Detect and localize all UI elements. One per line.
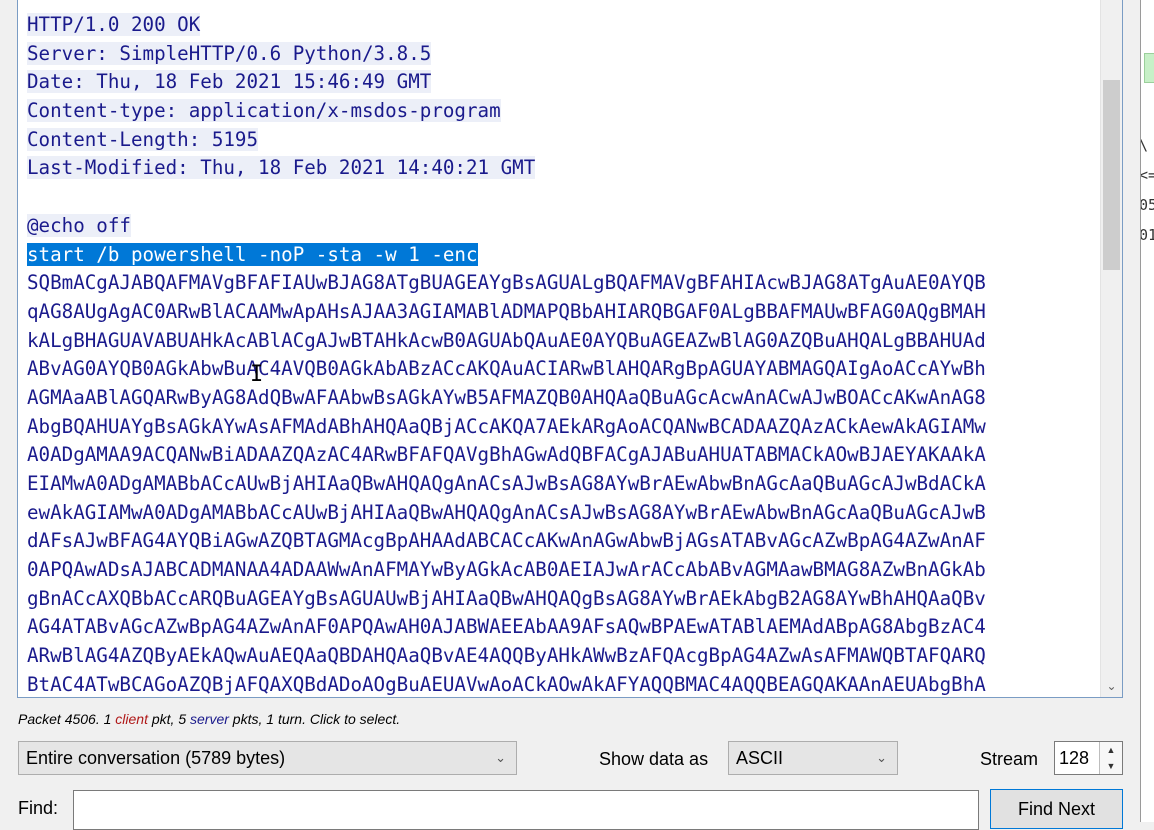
status-mid: pkt, 5: [147, 711, 191, 727]
vertical-scrollbar[interactable]: ⌄: [1100, 0, 1122, 697]
spin-buttons: ▲ ▼: [1099, 742, 1122, 774]
stream-line-text: gBnACcAXQBbACcARQBuAGEAYgBsAGUAUwBjAHIAa…: [27, 586, 986, 610]
stream-line[interactable]: Date: Thu, 18 Feb 2021 15:46:49 GMT: [27, 68, 1107, 97]
stream-line-text: BtAC4ATwBCAGoAZQBjAFQAXQBdADoAOgBuAEUAVw…: [27, 672, 986, 696]
status-prefix: Packet 4506. 1: [18, 711, 116, 727]
stream-line-text: AGMAaABlAGQARwByAG8AdQBwAFAAbwBsAGkAYwB5…: [27, 385, 986, 409]
spin-up-icon[interactable]: ▲: [1100, 742, 1122, 758]
background-window-text: \ <= 05 01: [1141, 130, 1154, 250]
stream-line-text: A0ADgAMAA9ACQANwBiADAAZQAzAC4ARwBFAFQAVg…: [27, 443, 986, 467]
stream-line-text: HTTP/1.0 200 OK: [27, 13, 201, 36]
conversation-select[interactable]: Entire conversation (5789 bytes) ⌄: [18, 741, 517, 775]
stream-line-text: ABvAG0AYQB0AGkAbwBuAC4AVQB0AGkAbABzACcAK…: [27, 357, 986, 381]
stream-text[interactable]: HTTP/1.0 200 OK Server: SimpleHTTP/0.6 Py…: [27, 11, 1107, 697]
stream-line[interactable]: A0ADgAMAA9ACQANwBiADAAZQAzAC4ARwBFAFQAVg…: [27, 441, 1107, 470]
scrollbar-thumb[interactable]: [1103, 80, 1120, 270]
stream-line[interactable]: @echo off: [27, 212, 1107, 241]
find-input[interactable]: [73, 790, 979, 830]
stream-line[interactable]: dAFsAJwBFAG4AYQBiAGwAZQBTAGMAcgBpAHAAdAB…: [27, 527, 1107, 556]
show-data-value: ASCII: [736, 748, 784, 768]
spin-down-icon[interactable]: ▼: [1100, 758, 1122, 774]
stream-line-text: kALgBHAGUAVABUAHkAcABlACgAJwBTAHkAcwB0AG…: [27, 328, 986, 352]
stream-line-text: Content-Length: 5195: [27, 127, 259, 151]
chevron-down-icon: ⌄: [495, 750, 506, 765]
show-data-select[interactable]: ASCII ⌄: [728, 741, 898, 775]
stream-line-text: start /b powershell -noP -sta -w 1 -enc: [27, 242, 478, 266]
stream-label: Stream: [980, 749, 1039, 769]
status-server-word: server: [190, 711, 229, 727]
stream-line[interactable]: ABvAG0AYQB0AGkAbwBuAC4AVQB0AGkAbABzACcAK…: [27, 355, 1107, 384]
stream-line[interactable]: qAG8AUgAgAC0ARwBlACAAMwApAHsAJAA3AGIAMAB…: [27, 298, 1107, 327]
stream-line-text: AG4ATABvAGcAZwBpAG4AZwAnAF0APQAwAH0AJABW…: [27, 615, 986, 639]
stream-line[interactable]: AG4ATABvAGcAZwBpAG4AZwAnAF0APQAwAH0AJABW…: [27, 613, 1107, 642]
status-suffix: pkts, 1 turn. Click to select.: [228, 711, 401, 727]
find-next-button[interactable]: Find Next: [990, 789, 1123, 829]
stream-line[interactable]: 0APQAwADsAJABCADMANAA4ADAAWwAnAFMAYwByAG…: [27, 556, 1107, 585]
stream-line[interactable]: HTTP/1.0 200 OK: [27, 11, 1107, 40]
stream-line[interactable]: BtAC4ATwBCAGoAZQBjAFQAXQBdADoAOgBuAEUAVw…: [27, 671, 1107, 697]
background-window-edge: \ <= 05 01: [1140, 0, 1154, 822]
stream-line-text: EIAMwA0ADgAMABbACcAUwBjAHIAaQBwAHQAQgAnA…: [27, 472, 986, 495]
stream-line-text: 0APQAwADsAJABCADMANAA4ADAAWwAnAFMAYwByAG…: [27, 558, 986, 582]
stream-line[interactable]: SQBmACgAJABQAFMAVgBFAFIAUwBJAG8ATgBUAGEA…: [27, 269, 1107, 298]
stream-line[interactable]: kALgBHAGUAVABUAHkAcABlACgAJwBTAHkAcwB0AG…: [27, 327, 1107, 356]
stream-line-text: Content-type: application/x-msdos-progra…: [27, 99, 501, 123]
stream-content-pane[interactable]: HTTP/1.0 200 OK Server: SimpleHTTP/0.6 Py…: [17, 0, 1123, 698]
stream-number-spinbox[interactable]: 128 ▲ ▼: [1054, 741, 1123, 775]
find-label: Find:: [18, 798, 59, 818]
stream-line[interactable]: Server: SimpleHTTP/0.6 Python/3.8.5: [27, 40, 1107, 69]
conversation-select-value: Entire conversation (5789 bytes): [26, 748, 286, 768]
stream-line[interactable]: start /b powershell -noP -sta -w 1 -enc: [27, 241, 1107, 270]
stream-line-text: AbgBQAHUAYgBsAGkAYwAsAFMAdABhAHQAaQBjACc…: [27, 414, 986, 438]
stream-line-text: ewAkAGIAMwA0ADgAMABbACcAUwBjAHIAaQBwAHQA…: [27, 500, 986, 524]
stream-number-value: 128: [1059, 748, 1090, 768]
stream-line[interactable]: Last-Modified: Thu, 18 Feb 2021 14:40:21…: [27, 154, 1107, 183]
stream-line[interactable]: Content-type: application/x-msdos-progra…: [27, 97, 1107, 126]
stream-line[interactable]: ewAkAGIAMwA0ADgAMABbACcAUwBjAHIAaQBwAHQA…: [27, 499, 1107, 528]
stream-line[interactable]: AbgBQAHUAYgBsAGkAYwAsAFMAdABhAHQAaQBjACc…: [27, 413, 1107, 442]
packet-status-text: Packet 4506. 1 client pkt, 5 server pkts…: [18, 711, 400, 727]
stream-line[interactable]: Content-Length: 5195: [27, 126, 1107, 155]
stream-line-text: ARwBlAG4AZQByAEkAQwAuAEQAaQBDAHQAaQBvAE4…: [27, 644, 986, 668]
stream-line[interactable]: ARwBlAG4AZQByAEkAQwAuAEQAaQBDAHQAaQBvAE4…: [27, 642, 1107, 671]
stream-line[interactable]: [27, 183, 1107, 212]
green-indicator: [1144, 53, 1154, 83]
stream-line-text: SQBmACgAJABQAFMAVgBFAFIAUwBJAG8ATgBUAGEA…: [27, 271, 986, 295]
stream-line[interactable]: gBnACcAXQBbACcARQBuAGEAYgBsAGUAUwBjAHIAa…: [27, 585, 1107, 614]
stream-line-text: Server: SimpleHTTP/0.6 Python/3.8.5: [27, 41, 432, 65]
stream-line[interactable]: EIAMwA0ADgAMABbACcAUwBjAHIAaQBwAHQAQgAnA…: [27, 470, 1107, 499]
chevron-down-icon: ⌄: [876, 750, 887, 765]
stream-line-text: dAFsAJwBFAG4AYQBiAGwAZQBTAGMAcgBpAHAAdAB…: [27, 529, 986, 553]
scroll-down-arrow-icon[interactable]: ⌄: [1101, 677, 1122, 695]
stream-line-text: qAG8AUgAgAC0ARwBlACAAMwApAHsAJAA3AGIAMAB…: [27, 299, 986, 323]
stream-line-text: Date: Thu, 18 Feb 2021 15:46:49 GMT: [27, 70, 432, 94]
show-data-label: Show data as: [599, 749, 709, 769]
stream-line-text: @echo off: [27, 213, 131, 237]
text-cursor-icon: I: [250, 362, 264, 387]
status-client-word: client: [115, 711, 148, 727]
stream-line-text: Last-Modified: Thu, 18 Feb 2021 14:40:21…: [27, 156, 536, 180]
stream-line[interactable]: AGMAaABlAGQARwByAG8AdQBwAFAAbwBsAGkAYwB5…: [27, 384, 1107, 413]
